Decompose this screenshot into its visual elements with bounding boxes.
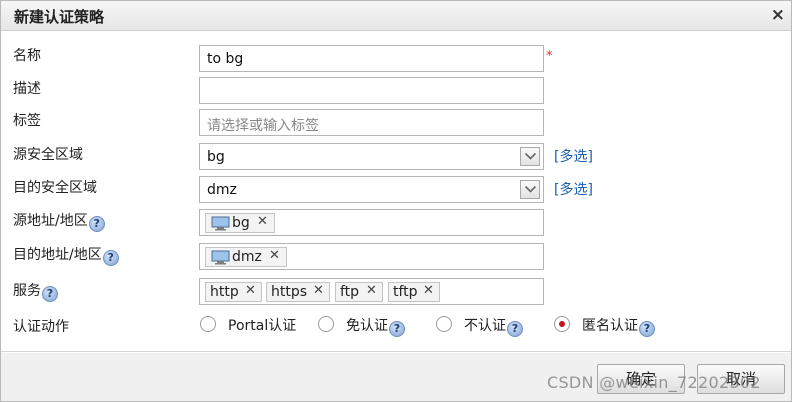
remove-tag-icon[interactable]: ✕ [269, 248, 280, 263]
remove-tag-icon[interactable]: ✕ [313, 283, 324, 298]
dest-addr-label-text: 目的地址/地区 [13, 247, 102, 263]
source-zone-select[interactable]: bg [199, 143, 544, 170]
source-zone-dropdown-button[interactable] [520, 147, 540, 166]
dest-addr-label: 目的地址/地区? [13, 244, 119, 266]
source-addr-label-text: 源地址/地区 [13, 213, 88, 229]
help-icon[interactable]: ? [507, 321, 523, 337]
service-tag-label: http [210, 284, 239, 300]
tags-label: 标签 [13, 113, 41, 129]
chevron-down-icon [525, 153, 536, 160]
service-tag-label: ftp [340, 284, 360, 300]
name-input-value: to bg [207, 51, 244, 67]
dest-zone-value: dmz [207, 182, 237, 198]
radio-label: 免认证? [346, 315, 405, 337]
dialog-title: 新建认证策略 [14, 8, 105, 26]
source-zone-multi-link[interactable]: [多选] [554, 146, 593, 166]
service-label-text: 服务 [13, 283, 41, 299]
name-label: 名称 [13, 48, 41, 64]
dest-zone-multi-link[interactable]: [多选] [554, 179, 593, 199]
service-tag-label: tftp [393, 284, 418, 300]
radio-label-text: 匿名认证 [582, 318, 638, 334]
radio-button-checked[interactable] [554, 316, 570, 332]
remove-tag-icon[interactable]: ✕ [366, 283, 377, 298]
radio-button[interactable] [436, 316, 452, 332]
dest-addr-tag-label: dmz [232, 249, 262, 265]
help-icon[interactable]: ? [389, 321, 405, 337]
monitor-icon [211, 216, 230, 231]
radio-button[interactable] [318, 316, 334, 332]
radio-label: 匿名认证? [582, 315, 655, 337]
help-icon[interactable]: ? [88, 216, 105, 232]
auth-action-label: 认证动作 [13, 319, 69, 335]
radio-label: Portal认证 [228, 318, 297, 334]
service-label: 服务? [13, 280, 58, 302]
description-input[interactable] [199, 77, 544, 104]
service-tag: http ✕ [205, 282, 262, 302]
tags-input[interactable]: 请选择或输入标签 [199, 109, 544, 136]
name-input[interactable]: to bg [199, 45, 544, 72]
remove-tag-icon[interactable]: ✕ [245, 283, 256, 298]
watermark: CSDN @weixin_72202302 [547, 373, 761, 392]
dest-addr-input[interactable]: dmz ✕ [199, 243, 544, 270]
chevron-down-icon [525, 186, 536, 193]
required-mark: * [546, 49, 553, 64]
service-tag-label: https [271, 284, 308, 300]
monitor-icon [211, 250, 230, 265]
dest-zone-label: 目的安全区域 [13, 180, 97, 196]
radio-label-text: 不认证 [464, 318, 506, 334]
source-addr-input[interactable]: bg ✕ [199, 209, 544, 236]
help-icon[interactable]: ? [639, 321, 655, 337]
source-addr-tag-label: bg [232, 215, 250, 231]
radio-label-text: 免认证 [346, 318, 388, 334]
source-addr-label: 源地址/地区? [13, 210, 105, 232]
source-zone-value: bg [207, 149, 225, 165]
radio-button[interactable] [200, 316, 216, 332]
remove-tag-icon[interactable]: ✕ [423, 283, 434, 298]
source-addr-tag: bg ✕ [205, 213, 275, 233]
help-icon[interactable]: ? [102, 250, 119, 266]
service-input[interactable]: http ✕ https ✕ ftp ✕ tftp ✕ [199, 278, 544, 305]
new-auth-policy-dialog: 新建认证策略 × 名称 to bg * 描述 标签 请选择或输入标签 源安全区域… [0, 0, 792, 402]
help-icon[interactable]: ? [42, 286, 58, 302]
service-tag: https ✕ [266, 282, 330, 302]
source-zone-label: 源安全区域 [13, 147, 83, 163]
radio-label: 不认证? [464, 315, 523, 337]
dest-zone-dropdown-button[interactable] [520, 180, 540, 199]
dest-zone-select[interactable]: dmz [199, 176, 544, 203]
dest-addr-tag: dmz ✕ [205, 247, 287, 267]
tags-input-placeholder: 请选择或输入标签 [207, 118, 319, 134]
remove-tag-icon[interactable]: ✕ [257, 214, 268, 229]
dialog-titlebar: 新建认证策略 × [1, 1, 791, 31]
service-tag: tftp ✕ [388, 282, 440, 302]
service-tag: ftp ✕ [335, 282, 383, 302]
description-label: 描述 [13, 81, 41, 97]
close-icon[interactable]: × [771, 4, 785, 26]
